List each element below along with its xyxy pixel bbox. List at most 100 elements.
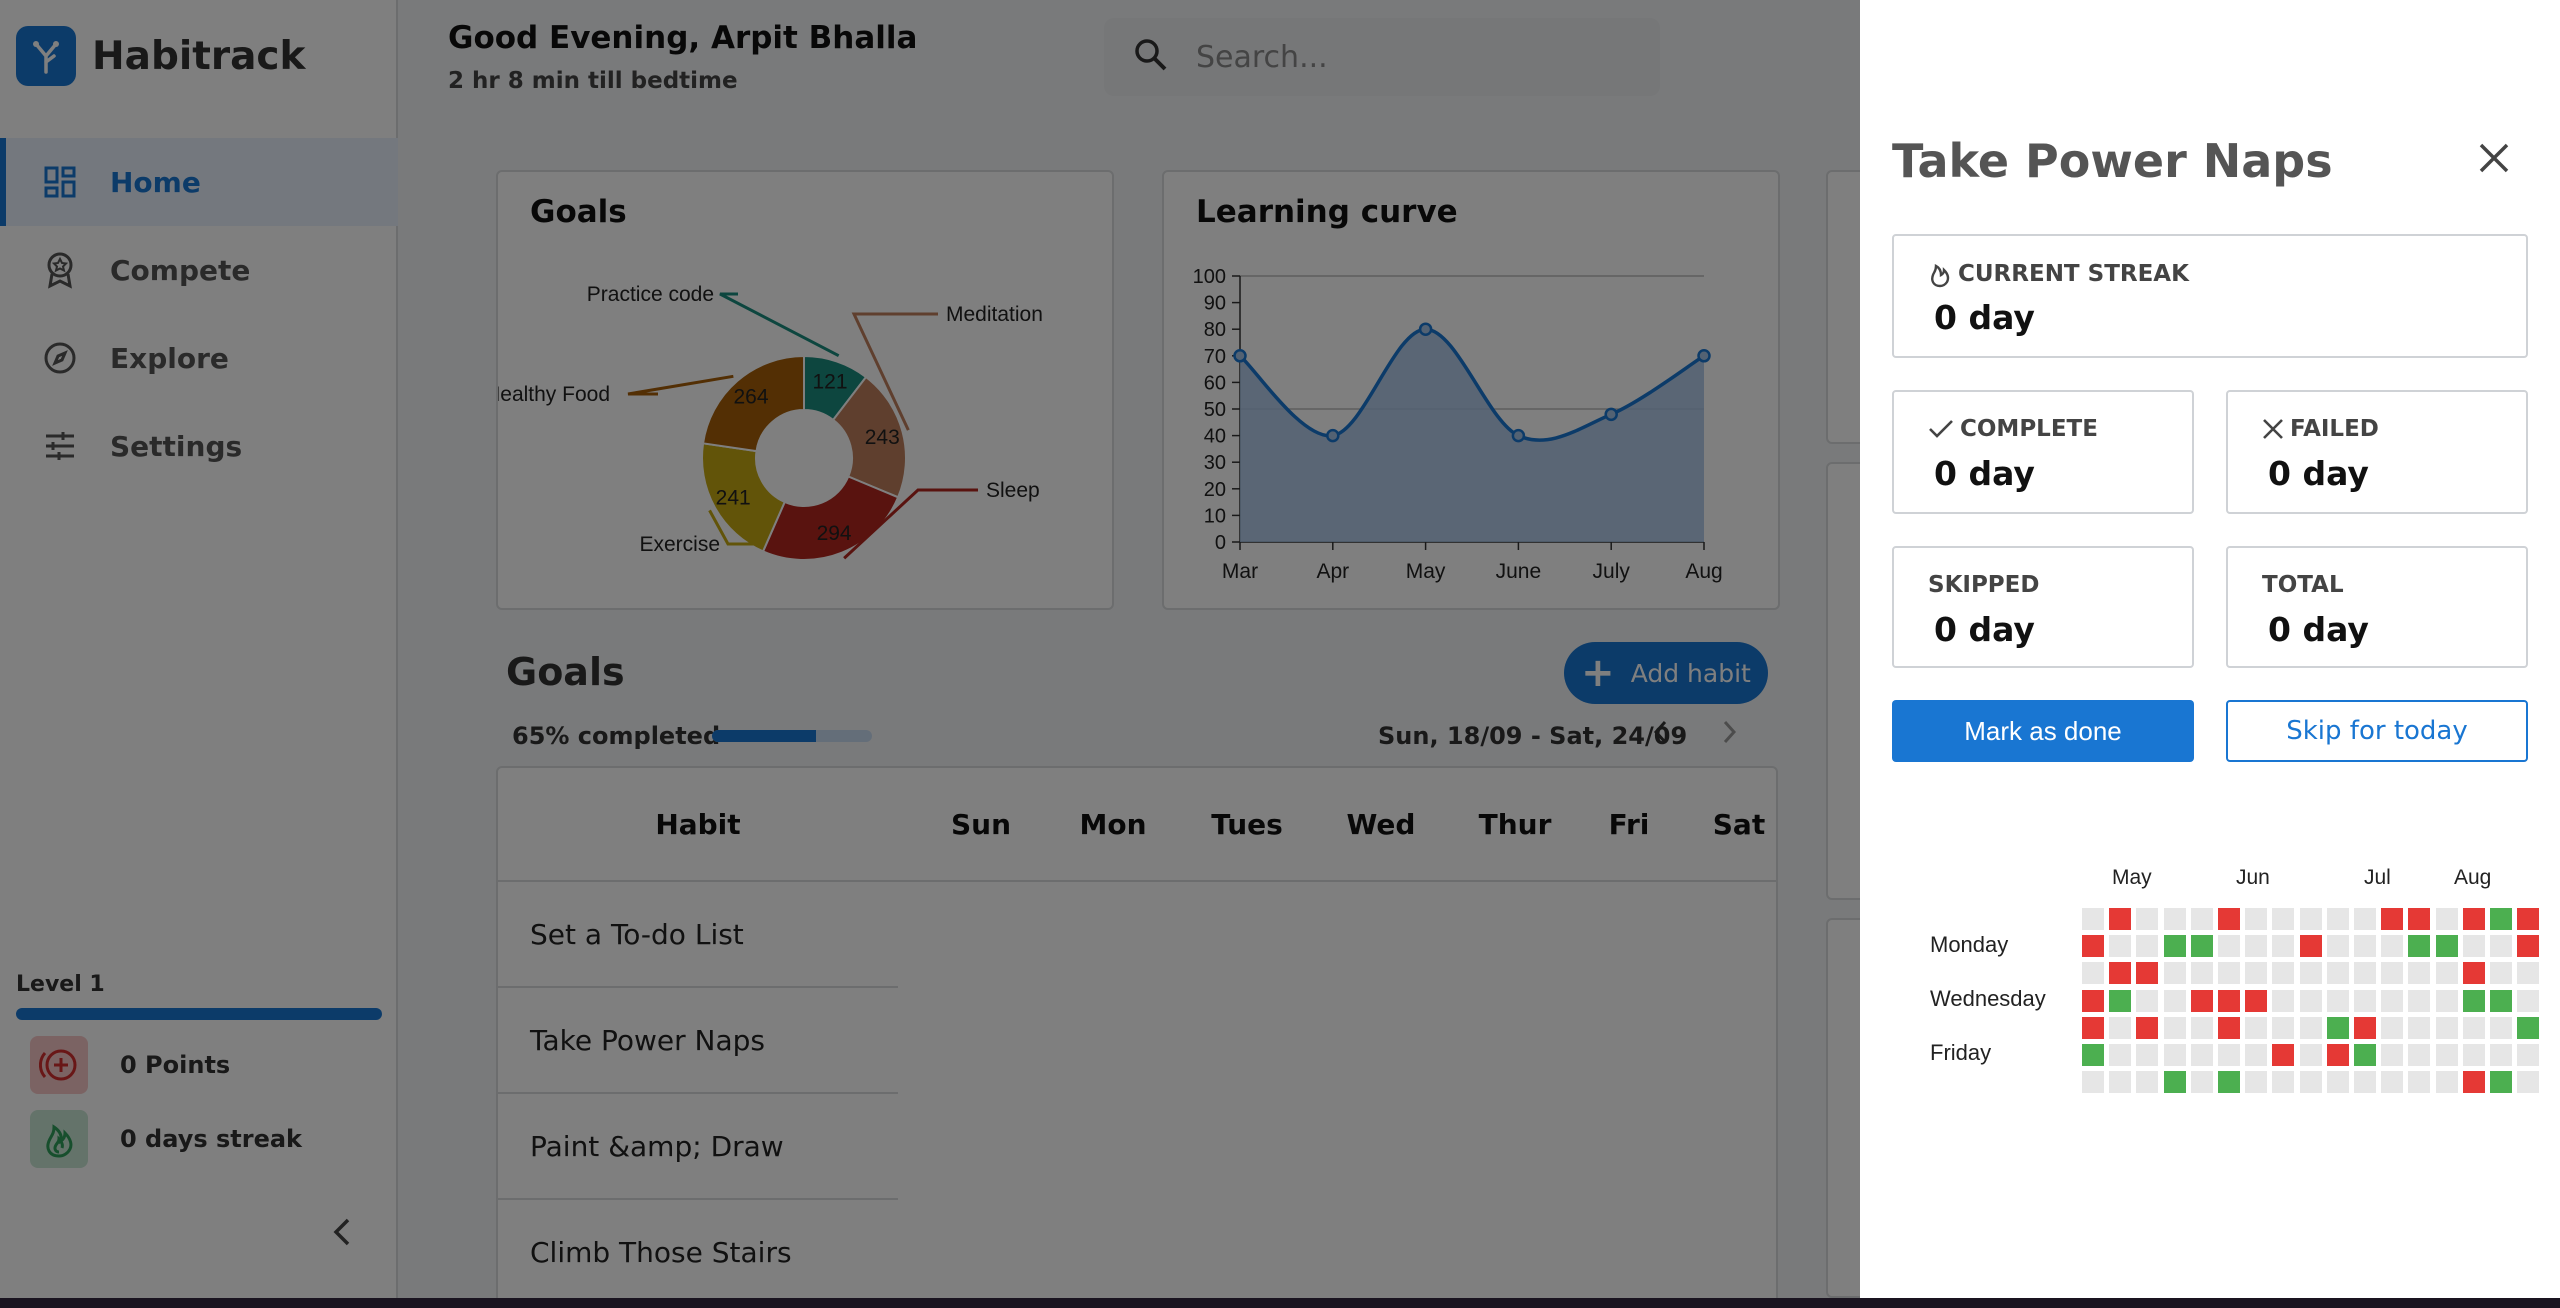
heatmap-cell[interactable] xyxy=(2136,935,2159,958)
heatmap-cell[interactable] xyxy=(2272,962,2295,985)
mark-as-done-button[interactable]: Mark as done xyxy=(1892,700,2194,762)
heatmap-cell[interactable] xyxy=(2517,989,2540,1012)
heatmap-cell[interactable] xyxy=(2190,935,2213,958)
heatmap-cell[interactable] xyxy=(2326,962,2349,985)
heatmap-cell[interactable] xyxy=(2136,1044,2159,1066)
heatmap-cell[interactable] xyxy=(2517,1016,2540,1039)
skip-for-today-button[interactable]: Skip for today xyxy=(2226,700,2528,762)
heatmap-cell[interactable] xyxy=(2326,1044,2349,1066)
heatmap-cell[interactable] xyxy=(2163,908,2186,930)
heatmap-cell[interactable] xyxy=(2408,989,2431,1012)
heatmap-cell[interactable] xyxy=(2354,1044,2376,1066)
heatmap-cell[interactable] xyxy=(2190,1071,2213,1094)
heatmap-cell[interactable] xyxy=(2218,962,2240,985)
heatmap-cell[interactable] xyxy=(2435,989,2458,1012)
heatmap-cell[interactable] xyxy=(2272,989,2295,1012)
heatmap-cell[interactable] xyxy=(2163,1016,2186,1039)
heatmap-cell[interactable] xyxy=(2517,1071,2540,1094)
heatmap-cell[interactable] xyxy=(2109,908,2132,930)
heatmap-cell[interactable] xyxy=(2082,1016,2104,1039)
heatmap-cell[interactable] xyxy=(2517,962,2540,985)
heatmap-cell[interactable] xyxy=(2245,962,2268,985)
heatmap-cell[interactable] xyxy=(2299,962,2322,985)
heatmap-cell[interactable] xyxy=(2218,1044,2240,1066)
heatmap-cell[interactable] xyxy=(2490,962,2512,985)
heatmap-cell[interactable] xyxy=(2299,1016,2322,1039)
heatmap-cell[interactable] xyxy=(2517,935,2540,958)
heatmap-cell[interactable] xyxy=(2326,935,2349,958)
heatmap-cell[interactable] xyxy=(2435,1016,2458,1039)
heatmap-cell[interactable] xyxy=(2381,935,2404,958)
heatmap-cell[interactable] xyxy=(2462,1016,2485,1039)
heatmap-cell[interactable] xyxy=(2299,935,2322,958)
heatmap-cell[interactable] xyxy=(2245,1044,2268,1066)
heatmap-cell[interactable] xyxy=(2109,1044,2132,1066)
heatmap-cell[interactable] xyxy=(2490,1044,2512,1066)
heatmap-cell[interactable] xyxy=(2354,935,2376,958)
heatmap-cell[interactable] xyxy=(2490,908,2512,930)
heatmap-cell[interactable] xyxy=(2082,908,2104,930)
heatmap-cell[interactable] xyxy=(2272,1071,2295,1094)
heatmap-cell[interactable] xyxy=(2408,962,2431,985)
heatmap-cell[interactable] xyxy=(2299,1044,2322,1066)
heatmap-cell[interactable] xyxy=(2082,962,2104,985)
close-drawer-button[interactable] xyxy=(2470,136,2518,184)
heatmap-cell[interactable] xyxy=(2354,962,2376,985)
heatmap-cell[interactable] xyxy=(2326,908,2349,930)
heatmap-cell[interactable] xyxy=(2218,989,2240,1012)
heatmap-cell[interactable] xyxy=(2109,962,2132,985)
heatmap-cell[interactable] xyxy=(2190,989,2213,1012)
heatmap-cell[interactable] xyxy=(2326,1016,2349,1039)
heatmap-cell[interactable] xyxy=(2109,1016,2132,1039)
heatmap-cell[interactable] xyxy=(2190,962,2213,985)
heatmap-cell[interactable] xyxy=(2381,962,2404,985)
heatmap-cell[interactable] xyxy=(2136,908,2159,930)
heatmap-cell[interactable] xyxy=(2163,989,2186,1012)
heatmap-cell[interactable] xyxy=(2163,1044,2186,1066)
heatmap-cell[interactable] xyxy=(2462,989,2485,1012)
heatmap-cell[interactable] xyxy=(2163,962,2186,985)
heatmap-cell[interactable] xyxy=(2218,908,2240,930)
heatmap-cell[interactable] xyxy=(2462,1044,2485,1066)
heatmap-cell[interactable] xyxy=(2462,908,2485,930)
heatmap-cell[interactable] xyxy=(2462,935,2485,958)
heatmap-cell[interactable] xyxy=(2408,908,2431,930)
heatmap-cell[interactable] xyxy=(2082,1071,2104,1094)
heatmap-cell[interactable] xyxy=(2109,1071,2132,1094)
heatmap-cell[interactable] xyxy=(2381,1044,2404,1066)
heatmap-cell[interactable] xyxy=(2245,935,2268,958)
heatmap-cell[interactable] xyxy=(2381,1016,2404,1039)
heatmap-cell[interactable] xyxy=(2381,989,2404,1012)
heatmap-cell[interactable] xyxy=(2435,935,2458,958)
heatmap-cell[interactable] xyxy=(2408,1071,2431,1094)
heatmap-cell[interactable] xyxy=(2299,1071,2322,1094)
heatmap-cell[interactable] xyxy=(2272,908,2295,930)
heatmap-cell[interactable] xyxy=(2326,1071,2349,1094)
heatmap-cell[interactable] xyxy=(2408,1016,2431,1039)
heatmap-cell[interactable] xyxy=(2517,908,2540,930)
heatmap-cell[interactable] xyxy=(2435,962,2458,985)
heatmap-cell[interactable] xyxy=(2408,935,2431,958)
heatmap-cell[interactable] xyxy=(2245,908,2268,930)
heatmap-cell[interactable] xyxy=(2354,908,2376,930)
heatmap-cell[interactable] xyxy=(2462,1071,2485,1094)
heatmap-cell[interactable] xyxy=(2435,1071,2458,1094)
heatmap-cell[interactable] xyxy=(2299,908,2322,930)
heatmap-cell[interactable] xyxy=(2245,989,2268,1012)
heatmap-cell[interactable] xyxy=(2490,935,2512,958)
heatmap-cell[interactable] xyxy=(2163,1071,2186,1094)
heatmap-cell[interactable] xyxy=(2082,935,2104,958)
heatmap-cell[interactable] xyxy=(2218,935,2240,958)
heatmap-cell[interactable] xyxy=(2517,1044,2540,1066)
heatmap-cell[interactable] xyxy=(2462,962,2485,985)
heatmap-cell[interactable] xyxy=(2435,908,2458,930)
heatmap-cell[interactable] xyxy=(2272,1044,2295,1066)
heatmap-cell[interactable] xyxy=(2381,1071,2404,1094)
heatmap-cell[interactable] xyxy=(2082,1044,2104,1066)
heatmap-cell[interactable] xyxy=(2190,1016,2213,1039)
heatmap-cell[interactable] xyxy=(2272,935,2295,958)
heatmap-cell[interactable] xyxy=(2136,1016,2159,1039)
heatmap-cell[interactable] xyxy=(2109,935,2132,958)
heatmap-cell[interactable] xyxy=(2136,1071,2159,1094)
heatmap-cell[interactable] xyxy=(2190,1044,2213,1066)
